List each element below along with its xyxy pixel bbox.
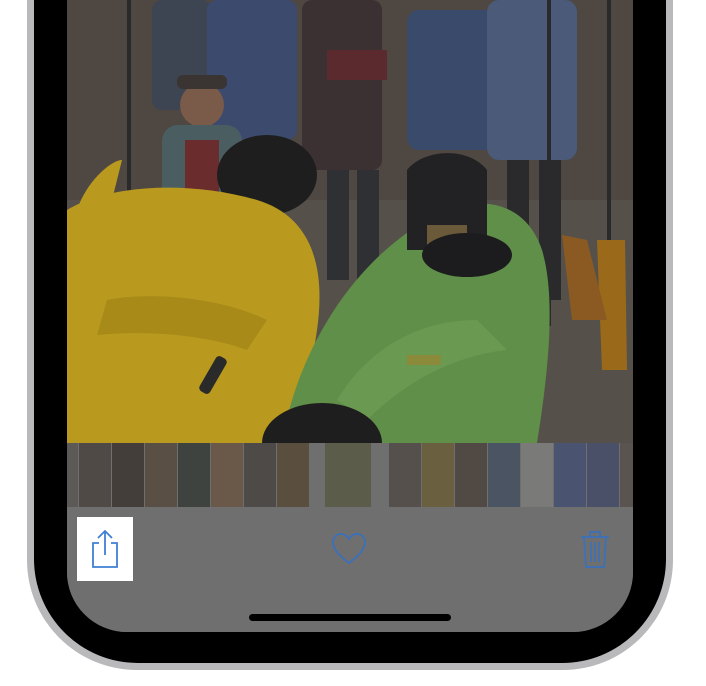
thumbnail[interactable] (67, 443, 78, 507)
share-button[interactable] (77, 517, 133, 581)
thumbnail-selected[interactable] (325, 443, 371, 507)
like-button[interactable] (329, 529, 369, 569)
thumbnail[interactable] (587, 443, 619, 507)
thumbnail[interactable] (79, 443, 111, 507)
thumbnail[interactable] (488, 443, 520, 507)
thumbnail[interactable] (455, 443, 487, 507)
thumbnail[interactable] (389, 443, 421, 507)
trash-icon (581, 531, 609, 568)
heart-icon (332, 533, 366, 565)
thumbnail[interactable] (178, 443, 210, 507)
thumbnail[interactable] (145, 443, 177, 507)
group-with-kayaks-photo[interactable] (67, 0, 633, 443)
phone-screen (67, 0, 633, 632)
thumbnail[interactable] (112, 443, 144, 507)
photo-illustration (67, 0, 633, 443)
home-indicator[interactable] (249, 614, 451, 621)
thumbnail[interactable] (422, 443, 454, 507)
share-icon (92, 529, 118, 568)
delete-button[interactable] (575, 525, 615, 573)
thumbnail[interactable] (521, 443, 553, 507)
thumbnail[interactable] (620, 443, 633, 507)
thumbnail[interactable] (211, 443, 243, 507)
thumbnail[interactable] (277, 443, 309, 507)
screenshot-stage (0, 0, 706, 686)
thumbnail-strip[interactable] (67, 443, 633, 507)
thumbnail[interactable] (554, 443, 586, 507)
thumbnail[interactable] (244, 443, 276, 507)
